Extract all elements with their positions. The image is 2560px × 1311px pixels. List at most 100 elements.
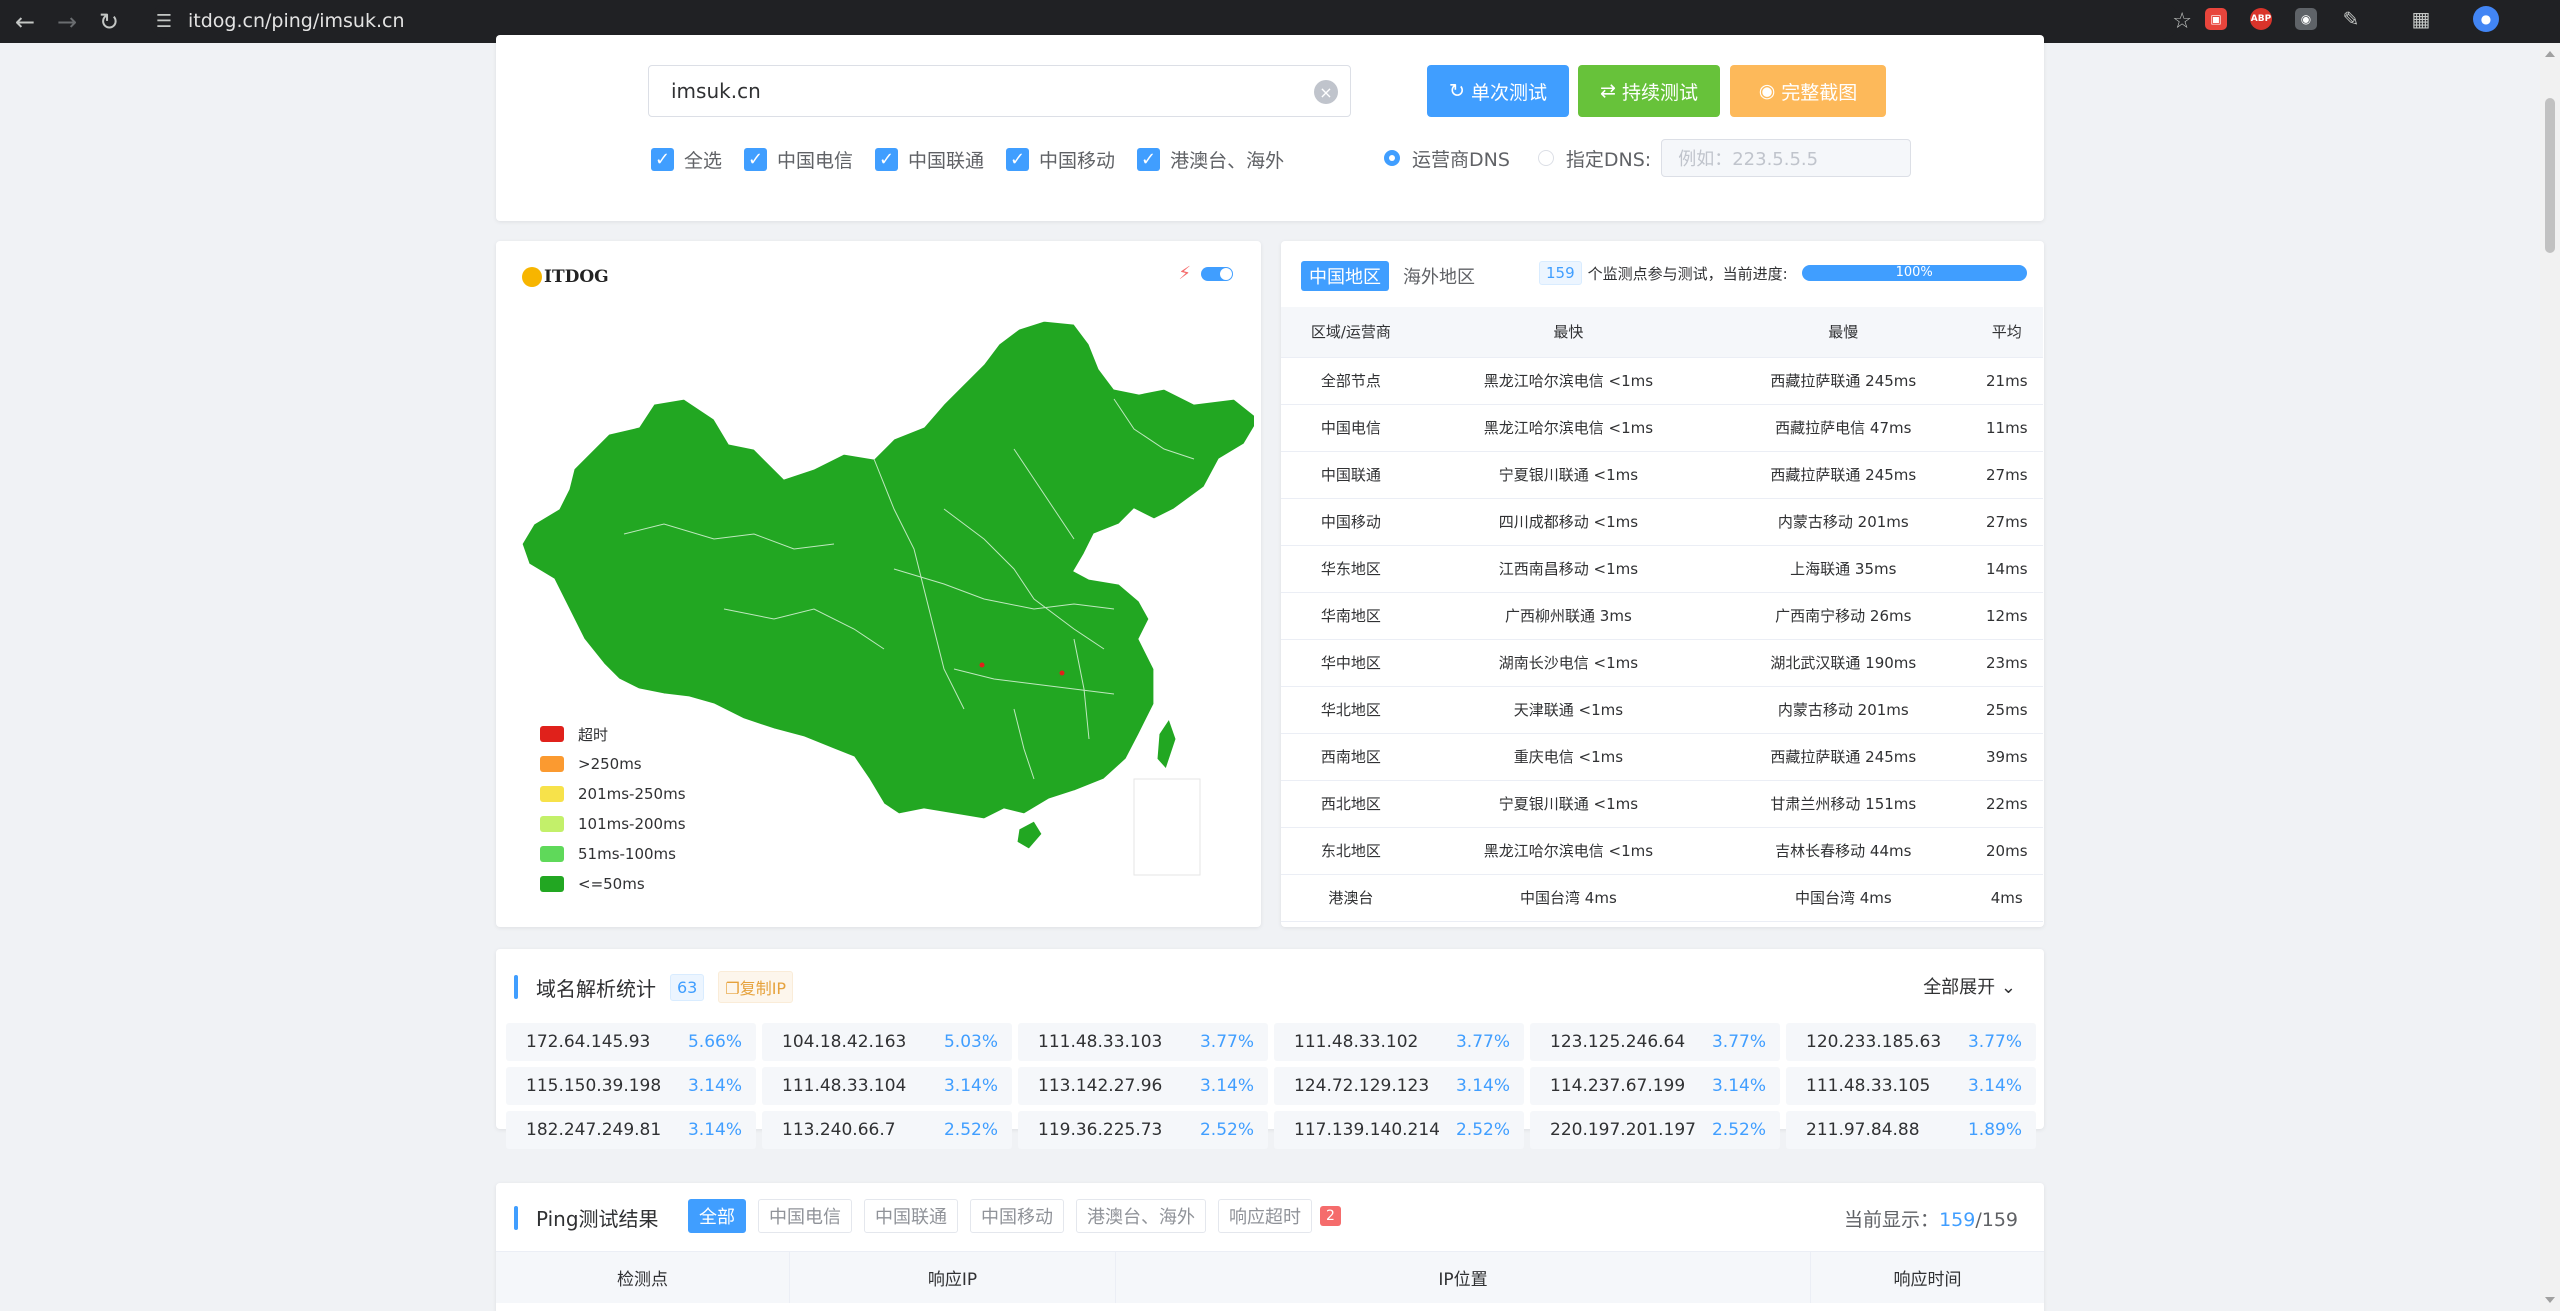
table-row: 港澳台 中国台湾 4ms 中国台湾 4ms 4ms [1281, 874, 2043, 922]
page-scrollbar[interactable] [2540, 43, 2560, 1311]
table-cell: 全部节点 [1281, 357, 1421, 405]
address-bar[interactable]: ☰ itdog.cn/ping/imsuk.cn ☆ [150, 3, 2192, 39]
table-cell: 甘肃兰州移动 151ms [1716, 780, 1971, 828]
radio-custom-dns[interactable] [1537, 150, 1554, 166]
dns-ip-item[interactable]: 113.142.27.96 3.14% [1018, 1067, 1268, 1105]
copy-ip-button[interactable]: ❐复制IP [718, 971, 794, 1003]
filter-telecom[interactable]: 中国电信 [758, 1199, 852, 1233]
dns-ip-item[interactable]: 111.48.33.104 3.14% [762, 1067, 1012, 1105]
legend-item: 51ms-100ms [540, 839, 686, 869]
dns-ip-item[interactable]: 113.240.66.7 2.52% [762, 1111, 1012, 1149]
ip-address: 117.139.140.214 [1294, 1120, 1441, 1140]
ip-percentage: 3.77% [1967, 1032, 2022, 1052]
forward-icon[interactable]: → [50, 5, 84, 39]
reload-icon[interactable]: ↻ [92, 5, 126, 39]
table-cell: 黑龙江哈尔滨电信 <1ms [1420, 827, 1717, 875]
dns-stats-card: 域名解析统计 63 ❐复制IP 全部展开 ⌄ 172.64.145.93 5.66… [496, 949, 2044, 1149]
custom-dns-input[interactable]: 例如：223.5.5.5 [1661, 139, 1912, 177]
dns-ip-item[interactable]: 182.247.249.81 3.14% [506, 1111, 756, 1149]
table-cell: 中国台湾 4ms [1716, 874, 1971, 922]
clear-icon[interactable]: × [1314, 80, 1338, 104]
extension-calendar-icon[interactable]: ▣ [2200, 3, 2232, 35]
camera-icon: ◉ [1758, 80, 1776, 102]
dns-ip-item[interactable]: 211.97.84.88 1.89% [1786, 1111, 2036, 1149]
ip-address: 111.48.33.102 [1294, 1032, 1419, 1052]
dns-ip-item[interactable]: 104.18.42.163 5.03% [762, 1023, 1012, 1061]
ip-percentage: 3.14% [1711, 1076, 1766, 1096]
dns-ip-item[interactable]: 220.197.201.197 2.52% [1530, 1111, 1780, 1149]
dns-ip-item[interactable]: 115.150.39.198 3.14% [506, 1067, 756, 1105]
dns-ip-item[interactable]: 111.48.33.105 3.14% [1786, 1067, 2036, 1105]
dns-ip-item[interactable]: 119.36.225.73 2.52% [1018, 1111, 1268, 1149]
checkbox-select-all[interactable]: ✓ 全选 [651, 146, 722, 173]
url-text: itdog.cn/ping/imsuk.cn [188, 10, 405, 32]
ip-percentage: 3.14% [1967, 1076, 2022, 1096]
filter-unicom[interactable]: 中国联通 [864, 1199, 958, 1233]
dns-ip-item[interactable]: 123.125.246.64 3.77% [1530, 1023, 1780, 1061]
search-tabs-icon[interactable]: ▦ [2405, 3, 2437, 35]
checkbox-overseas[interactable]: ✓ 港澳台、海外 [1137, 146, 1284, 173]
radio-isp-dns[interactable] [1384, 150, 1400, 166]
dns-ip-item[interactable]: 172.64.145.93 5.66% [506, 1023, 756, 1061]
scrollbar-thumb[interactable] [2545, 98, 2555, 253]
results-table-header: 检测点 响应IP IP位置 响应时间 [496, 1251, 2044, 1303]
site-settings-icon[interactable]: ☰ [150, 11, 178, 32]
back-icon[interactable]: ← [8, 5, 42, 39]
table-cell: 上海联通 35ms [1716, 545, 1971, 593]
table-cell: 宁夏银川联通 <1ms [1420, 451, 1717, 499]
checkbox-unicom[interactable]: ✓ 中国联通 [875, 146, 984, 173]
table-cell: 黑龙江哈尔滨电信 <1ms [1420, 357, 1717, 405]
continuous-test-button[interactable]: ⇄ 持续测试 [1578, 65, 1720, 117]
table-row: 西北地区 宁夏银川联通 <1ms 甘肃兰州移动 151ms 22ms [1281, 780, 2043, 828]
extensions-puzzle-icon[interactable]: ✎ [2335, 3, 2367, 35]
filter-overseas[interactable]: 港澳台、海外 [1076, 1199, 1206, 1233]
table-row: 西南地区 重庆电信 <1ms 西藏拉萨联通 245ms 39ms [1281, 733, 2043, 781]
map-toggle-switch[interactable] [1201, 266, 1233, 281]
ip-percentage: 2.52% [1199, 1120, 1254, 1140]
filter-all[interactable]: 全部 [688, 1199, 746, 1233]
table-row: 华中地区 湖南长沙电信 <1ms 湖北武汉联通 190ms 23ms [1281, 639, 2043, 687]
legend-swatch [540, 726, 564, 742]
table-cell: 22ms [1970, 780, 2043, 828]
ip-address: 220.197.201.197 [1550, 1120, 1697, 1140]
section-title: 域名解析统计 [536, 976, 656, 1001]
checkbox-telecom[interactable]: ✓ 中国电信 [744, 146, 853, 173]
region-stats-card: 中国地区 海外地区 159 个监测点参与测试，当前进度: 100% 区域/运营商… [1281, 241, 2044, 927]
column-header: 区域/运营商 [1281, 307, 1421, 358]
checkbox-mobile[interactable]: ✓ 中国移动 [1006, 146, 1115, 173]
legend-item: >250ms [540, 749, 686, 779]
table-row: 全部节点 黑龙江哈尔滨电信 <1ms 西藏拉萨联通 245ms 21ms [1281, 357, 2043, 405]
legend-item: 201ms-250ms [540, 779, 686, 809]
extension-glasses-icon[interactable]: ◉ [2290, 3, 2322, 35]
table-cell: 华东地区 [1281, 545, 1421, 593]
profile-avatar[interactable]: ● [2470, 3, 2502, 35]
tab-overseas[interactable]: 海外地区 [1403, 263, 1475, 289]
table-cell: 华中地区 [1281, 639, 1421, 687]
dns-ip-item[interactable]: 111.48.33.103 3.77% [1018, 1023, 1268, 1061]
table-cell: 西北地区 [1281, 780, 1421, 828]
ip-address: 111.48.33.105 [1806, 1076, 1931, 1096]
filter-mobile[interactable]: 中国移动 [970, 1199, 1064, 1233]
dns-ip-item[interactable]: 117.139.140.214 2.52% [1274, 1111, 1524, 1149]
table-cell: 内蒙古移动 201ms [1716, 498, 1971, 546]
full-screenshot-button[interactable]: ◉ 完整截图 [1730, 65, 1886, 117]
dns-ip-item[interactable]: 124.72.129.123 3.14% [1274, 1067, 1524, 1105]
page-content: imsuk.cn × ↻ 单次测试 ⇄ 持续测试 ◉ 完整截图 ✓ 全选 ✓ 中国电信 ✓… [0, 35, 2540, 1311]
table-cell: 21ms [1970, 357, 2043, 405]
table-cell: 湖北武汉联通 190ms [1716, 639, 1971, 687]
bookmark-star-icon[interactable]: ☆ [2172, 9, 2192, 34]
tab-china[interactable]: 中国地区 [1301, 261, 1389, 291]
dns-ip-item[interactable]: 120.233.185.63 3.77% [1786, 1023, 2036, 1061]
ip-percentage: 3.14% [943, 1076, 998, 1096]
result-filters: 全部 中国电信 中国联通 中国移动 港澳台、海外 响应超时 2 [688, 1199, 1341, 1233]
expand-all-button[interactable]: 全部展开 ⌄ [1923, 973, 2016, 999]
domain-input[interactable]: imsuk.cn × [648, 65, 1351, 117]
dns-ip-item[interactable]: 114.237.67.199 3.14% [1530, 1067, 1780, 1105]
extension-adblock-icon[interactable]: ABP [2245, 3, 2277, 35]
table-cell: 20ms [1970, 827, 2043, 875]
filter-timeout[interactable]: 响应超时 [1218, 1199, 1312, 1233]
table-cell: 四川成都移动 <1ms [1420, 498, 1717, 546]
refresh-icon: ↻ [1449, 80, 1465, 102]
single-test-button[interactable]: ↻ 单次测试 [1427, 65, 1569, 117]
dns-ip-item[interactable]: 111.48.33.102 3.77% [1274, 1023, 1524, 1061]
